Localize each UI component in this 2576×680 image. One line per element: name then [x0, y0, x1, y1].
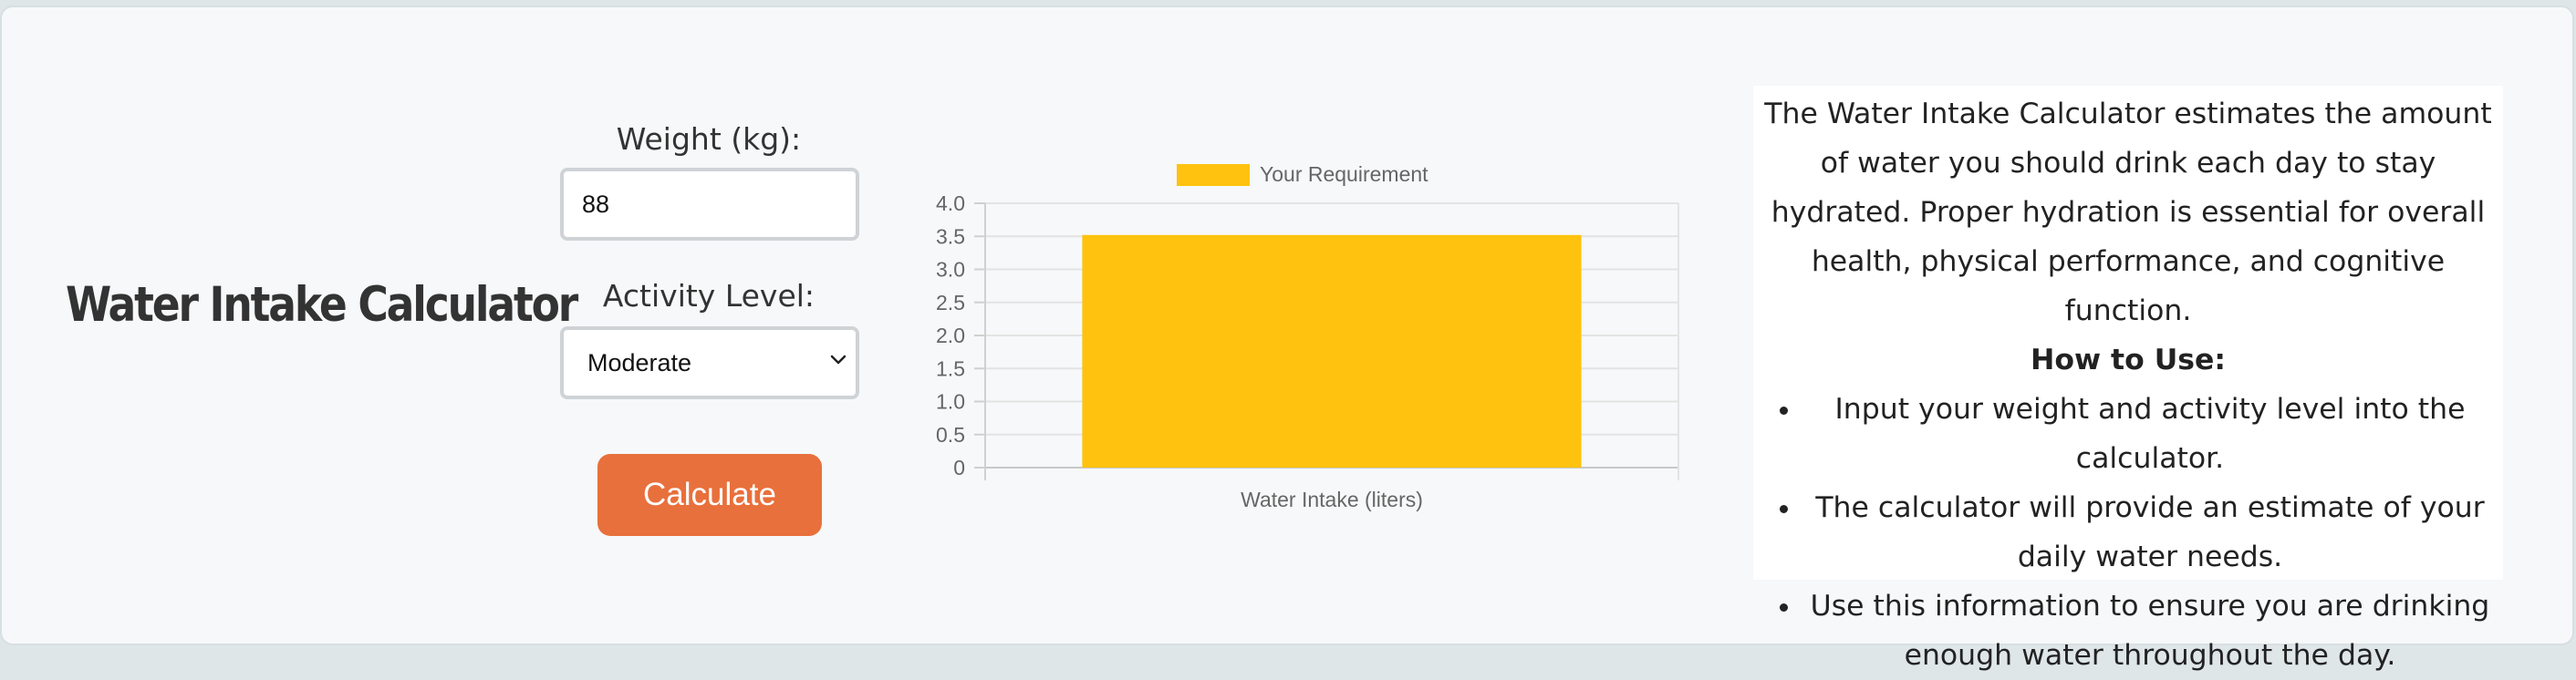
activity-level-label: Activity Level:	[602, 278, 815, 314]
y-tick-label: 1.0	[936, 390, 965, 414]
y-tick-label: 0.5	[936, 423, 965, 447]
bar-chart-svg: Your Requirement 0 0.5 1.0 1.5 2.0 2.5 3.0 3.5 4.…	[936, 162, 1679, 511]
y-tick-label: 3.5	[936, 224, 965, 248]
weight-input[interactable]	[560, 168, 859, 241]
y-tick-label: 3.0	[936, 258, 965, 282]
page-title: Water Intake Calculator	[66, 277, 578, 333]
y-tick-label: 1.5	[936, 356, 965, 380]
list-item: Use this information to ensure you are d…	[1802, 582, 2498, 680]
chart-bar	[1082, 234, 1582, 468]
calculator-panel: Water Intake Calculator Weight (kg): Act…	[0, 5, 2574, 672]
list-item: Input your weight and activity level int…	[1802, 385, 2498, 483]
y-tick-label: 0	[953, 456, 965, 479]
how-to-heading: How to Use:	[2030, 344, 2227, 376]
description-text: The Water Intake Calculator estimates th…	[1764, 98, 2492, 327]
calculator-form: Weight (kg): Activity Level: Moderate Ca…	[558, 117, 859, 536]
x-category-label: Water Intake (liters)	[1241, 488, 1423, 511]
weight-label: Weight (kg):	[616, 121, 802, 157]
activity-level-select[interactable]: Moderate	[560, 326, 859, 399]
calculate-button[interactable]: Calculate	[597, 454, 822, 536]
y-tick-label: 2.5	[936, 291, 965, 314]
list-item: The calculator will provide an estimate …	[1802, 483, 2498, 582]
info-panel: The Water Intake Calculator estimates th…	[1753, 86, 2503, 672]
activity-level-select-wrapper: Moderate	[560, 326, 859, 399]
y-tick-label: 4.0	[936, 191, 965, 215]
y-tick-label: 2.0	[936, 324, 965, 347]
legend-swatch	[1177, 164, 1250, 186]
legend-label: Your Requirement	[1260, 162, 1428, 186]
water-intake-chart: Your Requirement 0 0.5 1.0 1.5 2.0 2.5 3.0 3.5 4.…	[914, 144, 1708, 527]
how-to-steps-list: Input your weight and activity level int…	[1759, 385, 2498, 680]
